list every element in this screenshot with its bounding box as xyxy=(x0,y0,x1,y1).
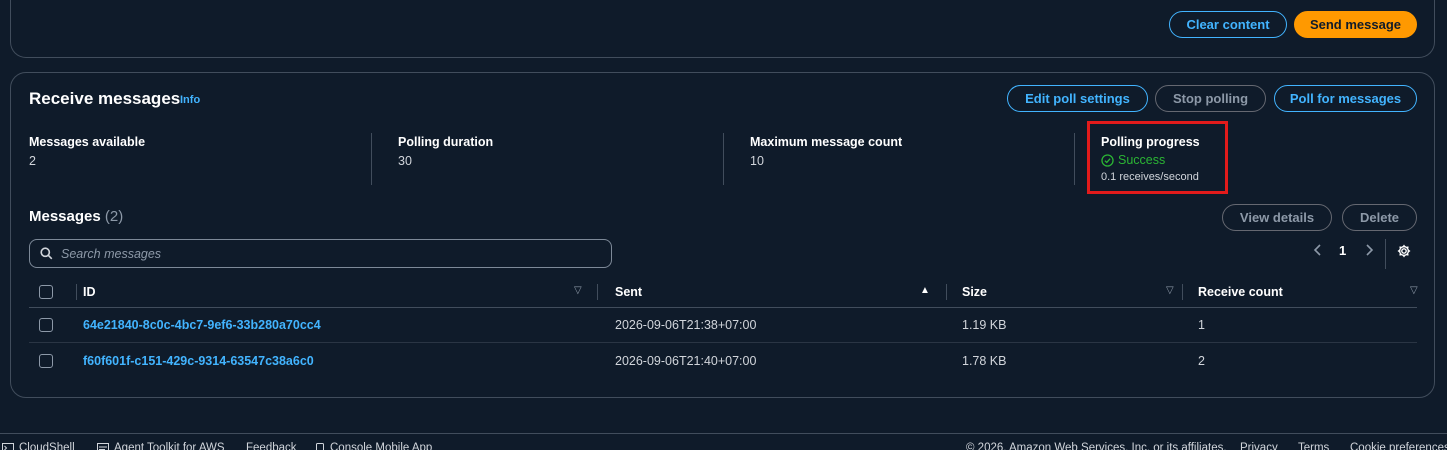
sort-down-icon[interactable]: ▽ xyxy=(1410,285,1418,296)
stat-messages-available: Messages available 2 xyxy=(29,135,145,168)
privacy-link[interactable]: Privacy xyxy=(1240,442,1278,450)
agent-toolkit-label: Agent Toolkit for AWS xyxy=(114,442,225,450)
divider xyxy=(1074,133,1075,185)
sent-cell: 2026-09-06T21:40+07:00 xyxy=(615,353,757,368)
sort-down-icon[interactable]: ▽ xyxy=(574,285,582,296)
size-cell: 1.19 KB xyxy=(962,318,1007,332)
table-row: 64e21840-8c0c-4bc7-9ef6-33b280a70cc4 202… xyxy=(29,308,1417,343)
row-checkbox[interactable] xyxy=(39,343,53,378)
console-mobile-label: Console Mobile App xyxy=(330,442,433,450)
stat-label: Maximum message count xyxy=(750,135,903,149)
column-header-size[interactable]: Size xyxy=(962,276,987,307)
section-title: Receive messages xyxy=(29,89,181,108)
divider xyxy=(597,284,598,300)
cloudshell-link[interactable]: CloudShell xyxy=(2,442,75,450)
divider xyxy=(723,133,724,185)
message-id-link[interactable]: 64e21840-8c0c-4bc7-9ef6-33b280a70cc4 xyxy=(83,308,321,342)
stop-polling-button[interactable]: Stop polling xyxy=(1155,85,1266,112)
view-details-button[interactable]: View details xyxy=(1222,204,1332,231)
stat-label: Messages available xyxy=(29,135,146,149)
messages-count: (2) xyxy=(104,208,124,225)
stat-value: 10 xyxy=(750,154,764,168)
column-header-sent[interactable]: Sent xyxy=(615,276,642,307)
message-id-link[interactable]: f60f601f-c151-429c-9314-63547c38a6c0 xyxy=(83,343,314,378)
divider xyxy=(1385,239,1386,269)
send-message-panel: Clear content Send message xyxy=(10,0,1435,58)
send-message-button[interactable]: Send message xyxy=(1294,11,1417,38)
select-all-checkbox[interactable] xyxy=(39,276,53,307)
highlight-box xyxy=(1087,121,1228,194)
cloudshell-label: CloudShell xyxy=(19,442,75,450)
clear-content-button[interactable]: Clear content xyxy=(1169,11,1287,38)
search-input[interactable]: Search messages xyxy=(29,239,612,268)
receive-count-cell: 1 xyxy=(1198,318,1205,332)
terminal-icon xyxy=(2,443,14,450)
stat-value: 2 xyxy=(29,154,36,168)
divider xyxy=(1182,284,1183,300)
agent-toolkit-link[interactable]: Agent Toolkit for AWS xyxy=(97,442,225,450)
table-row: f60f601f-c151-429c-9314-63547c38a6c0 202… xyxy=(29,343,1417,378)
page-number[interactable]: 1 xyxy=(1339,243,1346,258)
sort-up-icon[interactable]: ▲ xyxy=(920,285,930,296)
console-mobile-link[interactable]: Console Mobile App xyxy=(315,442,432,450)
messages-heading: Messages (2) xyxy=(29,208,123,225)
divider xyxy=(371,133,372,185)
stat-value: 30 xyxy=(398,154,412,168)
delete-button[interactable]: Delete xyxy=(1342,204,1417,231)
chevron-right-icon[interactable] xyxy=(1365,243,1374,259)
receive-messages-panel: Receive messages Info Edit poll settings… xyxy=(10,72,1435,398)
messages-title: Messages xyxy=(29,208,101,225)
sort-down-icon[interactable]: ▽ xyxy=(1166,285,1174,296)
feedback-link[interactable]: Feedback xyxy=(246,442,297,450)
stat-polling-duration: Polling duration 30 xyxy=(398,135,493,168)
row-checkbox[interactable] xyxy=(39,308,53,342)
column-header-receive-count[interactable]: Receive count xyxy=(1198,276,1283,307)
gear-icon[interactable] xyxy=(1397,244,1411,261)
stat-label: Polling duration xyxy=(398,135,494,149)
terms-link[interactable]: Terms xyxy=(1298,442,1329,450)
table-header: ID ▽ Sent ▲ Size ▽ Receive count ▽ xyxy=(29,276,1418,308)
messages-table: ID ▽ Sent ▲ Size ▽ Receive count ▽ 64e21… xyxy=(29,276,1418,378)
size-cell: 1.78 KB xyxy=(962,353,1007,368)
stat-max-message-count: Maximum message count 10 xyxy=(750,135,902,168)
divider xyxy=(76,284,77,300)
column-header-id[interactable]: ID xyxy=(83,276,96,307)
toolkit-icon xyxy=(97,443,109,450)
cookie-preferences-link[interactable]: Cookie preferences xyxy=(1350,442,1447,450)
search-icon xyxy=(40,247,53,260)
edit-poll-settings-button[interactable]: Edit poll settings xyxy=(1007,85,1148,112)
mobile-icon xyxy=(316,442,324,450)
chevron-left-icon[interactable] xyxy=(1313,243,1322,259)
copyright-text: © 2026, Amazon Web Services, Inc. or its… xyxy=(966,442,1227,450)
info-link[interactable]: Info xyxy=(180,94,200,106)
search-placeholder: Search messages xyxy=(61,246,162,261)
sent-cell: 2026-09-06T21:38+07:00 xyxy=(615,318,757,332)
poll-for-messages-button[interactable]: Poll for messages xyxy=(1274,85,1417,112)
divider xyxy=(946,284,947,300)
console-footer: CloudShell Agent Toolkit for AWS Feedbac… xyxy=(0,433,1447,450)
receive-count-cell: 2 xyxy=(1198,353,1205,368)
